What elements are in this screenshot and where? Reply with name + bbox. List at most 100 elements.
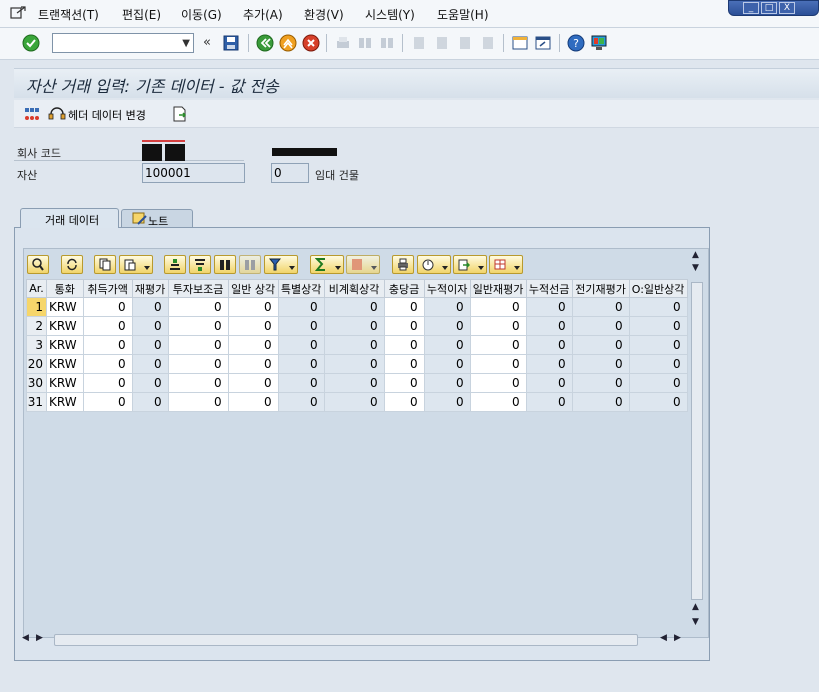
enter-check-icon[interactable] <box>22 34 40 52</box>
area-cell[interactable]: 3 <box>26 335 47 355</box>
scroll-right-end-icon[interactable]: ▶ <box>674 633 681 643</box>
views-button[interactable] <box>417 255 451 274</box>
table-row[interactable]: 3 KRW 0 0 0 0 0 0 0 0 0 0 0 0 <box>26 335 688 355</box>
amount-cell[interactable]: 0 <box>277 392 325 412</box>
amount-cell[interactable]: 0 <box>277 354 325 374</box>
table-row[interactable]: 2 KRW 0 0 0 0 0 0 0 0 0 0 0 0 <box>26 316 688 336</box>
column-header[interactable]: 일반 상각 <box>227 279 279 298</box>
amount-cell[interactable]: 0 <box>277 373 325 393</box>
scroll-down-icon[interactable]: ▲ <box>692 602 699 612</box>
amount-cell[interactable]: 0 <box>131 392 169 412</box>
new-session-icon[interactable] <box>511 34 529 52</box>
amount-cell[interactable]: 0 <box>227 297 279 317</box>
currency-cell[interactable]: KRW <box>46 354 84 374</box>
currency-cell[interactable]: KRW <box>46 297 84 317</box>
amount-cell[interactable]: 0 <box>131 373 169 393</box>
currency-cell[interactable]: KRW <box>46 392 84 412</box>
column-header[interactable]: Ar. <box>26 279 47 298</box>
amount-cell[interactable]: 0 <box>383 297 425 317</box>
amount-cell[interactable]: 0 <box>323 316 385 336</box>
table-row[interactable]: 31 KRW 0 0 0 0 0 0 0 0 0 0 0 0 <box>26 392 688 412</box>
amount-cell[interactable]: 0 <box>383 392 425 412</box>
currency-cell[interactable]: KRW <box>46 335 84 355</box>
menu-goto[interactable]: 이동(G) <box>181 6 222 23</box>
amount-cell[interactable]: 0 <box>628 373 688 393</box>
area-cell[interactable]: 1 <box>26 297 47 317</box>
find-button[interactable] <box>214 255 236 274</box>
amount-cell[interactable]: 0 <box>131 297 169 317</box>
area-cell[interactable]: 20 <box>26 354 47 374</box>
amount-cell[interactable]: 0 <box>571 373 630 393</box>
amount-cell[interactable]: 0 <box>571 354 630 374</box>
vertical-scroll-track[interactable] <box>691 282 703 600</box>
amount-cell[interactable]: 0 <box>469 354 527 374</box>
amount-cell[interactable]: 0 <box>82 297 133 317</box>
amount-cell[interactable]: 0 <box>628 335 688 355</box>
column-header[interactable]: 누적선금 <box>525 279 573 298</box>
area-cell[interactable]: 31 <box>26 392 47 412</box>
scroll-left-icon[interactable]: ◀ <box>22 633 29 643</box>
amount-cell[interactable]: 0 <box>131 335 169 355</box>
paste-button[interactable] <box>119 255 153 274</box>
column-header[interactable]: 통화 <box>46 279 84 298</box>
amount-cell[interactable]: 0 <box>277 335 325 355</box>
layout-button[interactable] <box>489 255 523 274</box>
close-window-button[interactable]: X <box>779 2 795 14</box>
amount-cell[interactable]: 0 <box>525 392 573 412</box>
print-preview-button[interactable] <box>392 255 414 274</box>
menu-extras[interactable]: 추가(A) <box>243 6 283 23</box>
minimize-button[interactable]: _ <box>743 2 759 14</box>
amount-cell[interactable]: 0 <box>323 373 385 393</box>
table-row[interactable]: 20 KRW 0 0 0 0 0 0 0 0 0 0 0 0 <box>26 354 688 374</box>
amount-cell[interactable]: 0 <box>227 316 279 336</box>
column-header[interactable]: 누적이자 <box>423 279 471 298</box>
subtotal-button[interactable] <box>346 255 380 274</box>
amount-cell[interactable]: 0 <box>628 316 688 336</box>
asset-number-field[interactable]: 100001 <box>142 163 245 183</box>
amount-cell[interactable]: 0 <box>227 373 279 393</box>
amount-cell[interactable]: 0 <box>82 316 133 336</box>
amount-cell[interactable]: 0 <box>628 297 688 317</box>
table-row[interactable]: 30 KRW 0 0 0 0 0 0 0 0 0 0 0 0 <box>26 373 688 393</box>
maximize-button[interactable]: □ <box>761 2 777 14</box>
column-header[interactable]: O:일반상각 <box>628 279 688 298</box>
overview-icon[interactable] <box>24 106 40 122</box>
amount-cell[interactable]: 0 <box>323 297 385 317</box>
save-icon[interactable] <box>222 34 240 52</box>
column-header[interactable]: 일반재평가 <box>469 279 527 298</box>
amount-cell[interactable]: 0 <box>383 335 425 355</box>
menu-exit-icon[interactable] <box>10 6 26 20</box>
sort-ascending-button[interactable] <box>164 255 186 274</box>
amount-cell[interactable]: 0 <box>525 316 573 336</box>
scroll-right-icon[interactable]: ▶ <box>36 633 43 643</box>
amount-cell[interactable]: 0 <box>423 392 471 412</box>
scroll-left-end-icon[interactable]: ◀ <box>660 633 667 643</box>
tab-notes[interactable]: 노트 <box>121 209 193 229</box>
amount-cell[interactable]: 0 <box>469 335 527 355</box>
amount-cell[interactable]: 0 <box>167 297 229 317</box>
amount-cell[interactable]: 0 <box>469 392 527 412</box>
amount-cell[interactable]: 0 <box>525 354 573 374</box>
column-header[interactable]: 비계획상각 <box>323 279 385 298</box>
column-header[interactable]: 전기재평가 <box>571 279 630 298</box>
amount-cell[interactable]: 0 <box>571 335 630 355</box>
area-cell[interactable]: 2 <box>26 316 47 336</box>
amount-cell[interactable]: 0 <box>167 392 229 412</box>
amount-cell[interactable]: 0 <box>383 373 425 393</box>
area-cell[interactable]: 30 <box>26 373 47 393</box>
currency-cell[interactable]: KRW <box>46 316 84 336</box>
chevron-down-icon[interactable]: ▼ <box>182 38 190 49</box>
amount-cell[interactable]: 0 <box>571 316 630 336</box>
horizontal-scroll-track[interactable] <box>54 634 638 646</box>
scroll-top-icon[interactable]: ▲ <box>692 250 699 260</box>
amount-cell[interactable]: 0 <box>423 316 471 336</box>
amount-cell[interactable]: 0 <box>628 392 688 412</box>
menu-settings[interactable]: 환경(V) <box>304 6 344 23</box>
customize-layout-icon[interactable] <box>590 34 608 52</box>
column-header[interactable]: 재평가 <box>131 279 169 298</box>
exit-icon[interactable] <box>279 34 297 52</box>
menu-help[interactable]: 도움말(H) <box>437 6 489 23</box>
amount-cell[interactable]: 0 <box>227 335 279 355</box>
amount-cell[interactable]: 0 <box>469 373 527 393</box>
menu-system[interactable]: 시스템(Y) <box>365 6 415 23</box>
